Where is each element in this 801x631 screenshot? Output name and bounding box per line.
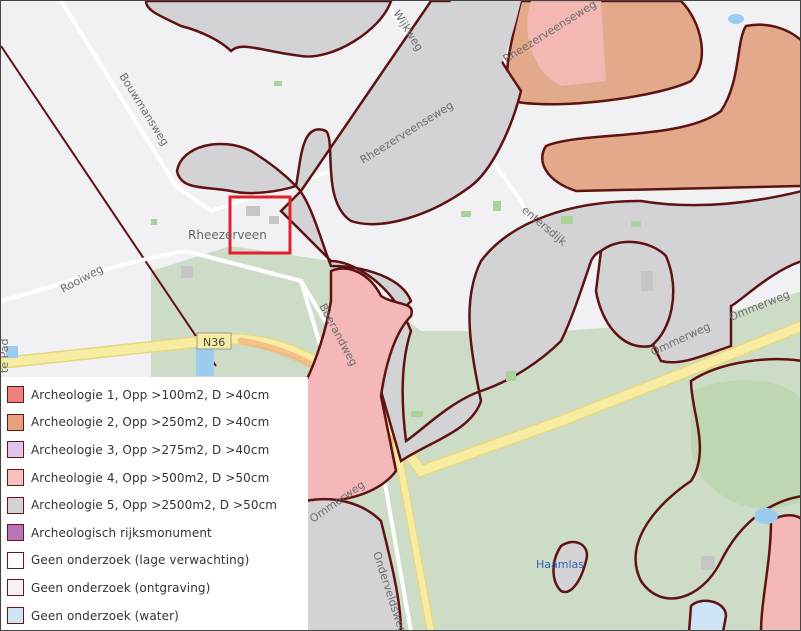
- legend-label: Geen onderzoek (water): [31, 608, 179, 623]
- legend-label: Archeologie 4, Opp >500m2, D >50cm: [31, 470, 270, 485]
- legend-swatch: [7, 496, 24, 514]
- legend-swatch: [7, 579, 24, 597]
- legend-swatch: [7, 441, 24, 459]
- legend-label: Geen onderzoek (ontgraving): [31, 580, 211, 595]
- legend-swatch: [7, 524, 24, 542]
- grey-zone-bottom-small: [687, 599, 728, 630]
- route-shield-n36: N36: [203, 336, 225, 349]
- legend-item: Geen onderzoek (ontgraving): [2, 574, 308, 602]
- map-view[interactable]: Wijkweg Rheezerveenseweg Rheezerveensewe…: [0, 0, 801, 631]
- legend-swatch: [7, 386, 24, 404]
- legend-item: Archeologie 5, Opp >2500m2, D >50cm: [2, 491, 308, 519]
- legend-label: Geen onderzoek (lage verwachting): [31, 553, 250, 568]
- legend-item: Archeologisch rijksmonument: [2, 519, 308, 547]
- legend-item: Archeologie 4, Opp >500m2, D >50cm: [2, 464, 308, 492]
- legend-label: Archeologie 2, Opp >250m2, D >40cm: [31, 415, 270, 430]
- legend-item: Geen onderzoek (lage verwachting): [2, 547, 308, 575]
- legend-swatch: [7, 551, 24, 569]
- legend-item: Geen onderzoek (water): [2, 602, 308, 630]
- legend-label: Archeologie 3, Opp >275m2, D >40cm: [31, 442, 270, 457]
- map-legend: Archeologie 1, Opp >100m2, D >40cm Archeo…: [2, 377, 308, 630]
- legend-item: Archeologie 2, Opp >250m2, D >40cm: [2, 409, 308, 437]
- legend-swatch: [7, 469, 24, 487]
- legend-item: Archeologie 1, Opp >100m2, D >40cm: [2, 381, 308, 409]
- label-haamlas: Haamlas: [536, 558, 584, 571]
- legend-swatch: [7, 413, 24, 431]
- legend-label: Archeologisch rijksmonument: [31, 525, 212, 540]
- legend-label: Archeologie 5, Opp >2500m2, D >50cm: [31, 498, 278, 513]
- legend-label: Archeologie 1, Opp >100m2, D >40cm: [31, 387, 270, 402]
- legend-swatch: [7, 607, 24, 625]
- label-pad: te Pad: [1, 339, 11, 373]
- label-rheezerveen: Rheezerveen: [188, 228, 267, 242]
- legend-item: Archeologie 3, Opp >275m2, D >40cm: [2, 436, 308, 464]
